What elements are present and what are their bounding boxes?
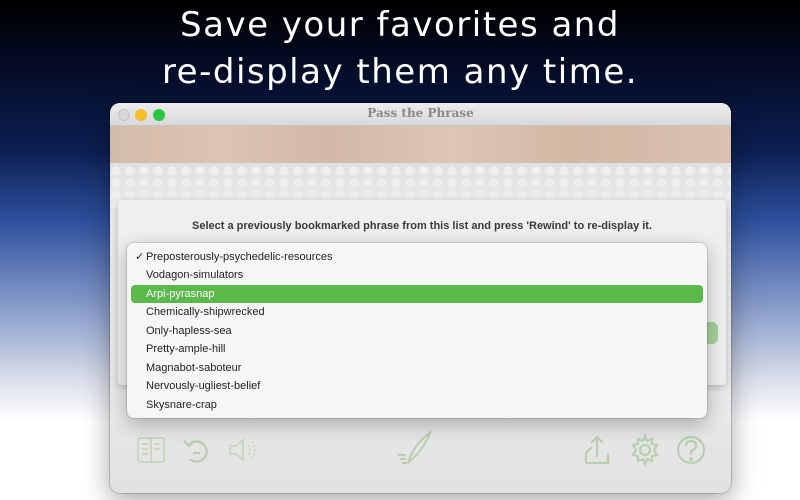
menu-item[interactable]: Vodagon-simulators [131,266,703,284]
window-title: Pass the Phrase [367,106,474,120]
menu-item-label: Vodagon-simulators [146,269,244,281]
menu-item[interactable]: ✓ Preposterously-psychedelic-resources [131,248,703,266]
menu-item[interactable]: Skysnare-crap [131,396,703,414]
headline-line-1: Save your favorites and [180,5,620,45]
menu-item-label: Arpi-pyrasnap [146,288,215,300]
menu-item[interactable]: Nervously-ugliest-belief [131,377,703,395]
menu-item-label: Nervously-ugliest-belief [146,380,261,392]
promo-headline: Save your favorites and re-display them … [0,2,800,96]
headline-line-2: re-display them any time. [161,52,639,92]
menu-item-label: Pretty-ample-hill [146,343,226,355]
menu-item[interactable]: Magnabot-saboteur [131,359,703,377]
dialog-instruction: Select a previously bookmarked phrase fr… [191,220,653,232]
menu-item-label: Preposterously-psychedelic-resources [146,251,333,263]
menu-item-label: Chemically-shipwrecked [146,306,265,318]
menu-item-label: Skysnare-crap [146,399,217,411]
menu-item[interactable]: Pretty-ample-hill [131,340,703,358]
menu-item-highlighted[interactable]: Arpi-pyrasnap [131,285,703,303]
menu-item-label: Magnabot-saboteur [146,362,242,374]
menu-item[interactable]: Chemically-shipwrecked [131,303,703,321]
bookmark-popup-menu: ✓ Preposterously-psychedelic-resources V… [127,243,707,418]
title-bar: Pass the Phrase [110,103,731,126]
menu-item-label: Only-hapless-sea [146,325,232,337]
menu-item[interactable]: Only-hapless-sea [131,322,703,340]
